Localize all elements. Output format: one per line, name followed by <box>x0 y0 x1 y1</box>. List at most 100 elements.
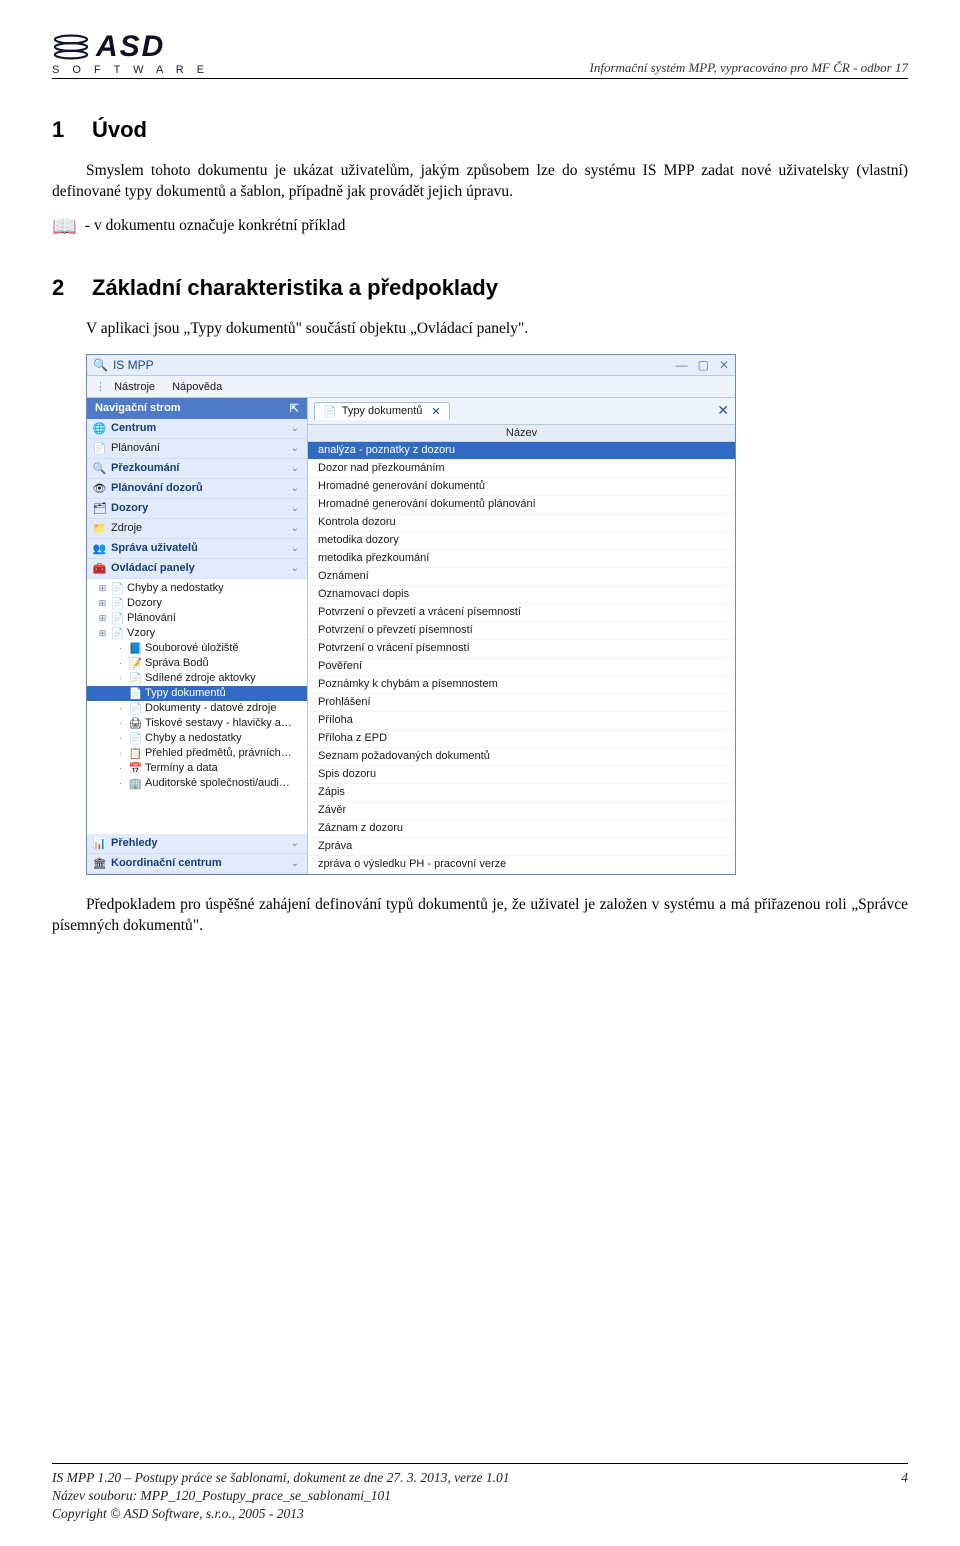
table-row[interactable]: Potvrzení o vrácení písemností <box>308 640 735 658</box>
tree-label: Vzory <box>127 627 155 639</box>
expand-icon[interactable]: ⊞ <box>97 598 108 609</box>
tree-item[interactable]: ·📅Termíny a data <box>87 761 307 776</box>
tree-item[interactable]: ·📄Chyby a nedostatky <box>87 731 307 746</box>
table-row[interactable]: Seznam požadovaných dokumentů <box>308 748 735 766</box>
section-1-number: 1 <box>52 117 92 143</box>
tree-label: Chyby a nedostatky <box>127 582 224 594</box>
section-1-note: - v dokumentu označuje konkrétní příklad <box>85 217 345 235</box>
nav-title: Navigační strom <box>95 402 181 414</box>
table-row[interactable]: Spis dozoru <box>308 766 735 784</box>
tree-item[interactable]: ·📄Sdílené zdroje aktovky <box>87 671 307 686</box>
menu-tools[interactable]: Nástroje <box>114 381 155 393</box>
section-icon: 🌐 <box>93 422 106 435</box>
expand-icon[interactable]: ⊞ <box>97 613 108 624</box>
section-label: Správa uživatelů <box>111 542 198 554</box>
section-icon: 👥 <box>93 542 106 555</box>
section-icon: 🔍 <box>93 462 106 475</box>
section-label: Plánování <box>111 442 160 454</box>
table-row[interactable]: Příloha <box>308 712 735 730</box>
table-row[interactable]: Hromadné generování dokumentů plánování <box>308 496 735 514</box>
table-row[interactable]: Oznámení <box>308 568 735 586</box>
chevron-down-icon: ⌄ <box>291 483 299 494</box>
tree-item[interactable]: ·📝Správa Bodů <box>87 656 307 671</box>
section-label: Ovládací panely <box>111 562 195 574</box>
table-row[interactable]: Prohlášení <box>308 694 735 712</box>
nav-section[interactable]: 📄Plánování⌄ <box>87 439 307 459</box>
tab-typy-dokumentu[interactable]: 📄 Typy dokumentů ✕ <box>314 402 450 420</box>
table-row[interactable]: Oznamovací dopis <box>308 586 735 604</box>
table-row[interactable]: Zpráva <box>308 838 735 856</box>
section-icon: 📊 <box>93 837 106 850</box>
chevron-down-icon: ⌄ <box>291 423 299 434</box>
table-row[interactable]: analýza - poznatky z dozoru <box>308 442 735 460</box>
table-row[interactable]: Potvrzení o převzetí písemností <box>308 622 735 640</box>
tree-icon: 📄 <box>111 627 124 640</box>
chevron-down-icon: ⌄ <box>291 563 299 574</box>
table-row[interactable]: Potvrzení o převzetí a vrácení písemnost… <box>308 604 735 622</box>
close-icon[interactable]: ✕ <box>719 358 729 372</box>
nav-section[interactable]: 🗂Dozory⌄ <box>87 499 307 519</box>
nav-section[interactable]: 🌐Centrum⌄ <box>87 419 307 439</box>
nav-section[interactable]: 🔍 Přezkoumání ⌄ <box>87 459 307 479</box>
nav-section[interactable]: 📁Zdroje⌄ <box>87 519 307 539</box>
nav-section[interactable]: 📊Přehledy⌄ <box>87 834 307 854</box>
section-icon: 🗂 <box>93 502 106 515</box>
table-row[interactable]: Příloha z EPD <box>308 730 735 748</box>
tree-item[interactable]: ·📋Přehled předmětů, právních… <box>87 746 307 761</box>
tree-icon: 📄 <box>129 672 142 685</box>
tree-label: Dokumenty - datové zdroje <box>145 702 276 714</box>
tree-item[interactable]: ⊞📄Plánování <box>87 611 307 626</box>
table-row[interactable]: metodika dozory <box>308 532 735 550</box>
expand-icon[interactable]: ⊞ <box>97 628 108 639</box>
maximize-icon[interactable]: ▢ <box>698 358 709 372</box>
panel-close-icon[interactable]: ✕ <box>717 402 729 419</box>
nav-section[interactable]: 🏛Koordinační centrum⌄ <box>87 854 307 874</box>
table-row[interactable]: Hromadné generování dokumentů <box>308 478 735 496</box>
chevron-down-icon: ⌄ <box>291 838 299 849</box>
tree-item[interactable]: ·🖨Tiskové sestavy - hlavičky a… <box>87 716 307 731</box>
tree-label: Typy dokumentů <box>145 687 226 699</box>
tree-icon: 📄 <box>129 702 142 715</box>
tree-icon: 📄 <box>111 612 124 625</box>
tree-label: Správa Bodů <box>145 657 209 669</box>
table-row[interactable]: zpráva o výsledku PH - pracovní verze <box>308 856 735 874</box>
tree-icon: 📝 <box>129 657 142 670</box>
tree-connector: · <box>115 643 126 653</box>
section-label: Přezkoumání <box>111 462 179 474</box>
tree-item[interactable]: ·🏢Auditorské společnosti/audi… <box>87 776 307 791</box>
tab-close-icon[interactable]: ✕ <box>431 405 440 418</box>
grid-column-header[interactable]: Název <box>308 425 735 442</box>
tree-connector: · <box>115 763 126 773</box>
table-row[interactable]: Pověření <box>308 658 735 676</box>
tree-connector: · <box>115 688 126 698</box>
pin-icon[interactable]: ⇱ <box>290 402 299 415</box>
tree-item[interactable]: ⊞📄Chyby a nedostatky <box>87 581 307 596</box>
chevron-down-icon: ⌄ <box>291 543 299 554</box>
header-rule <box>52 78 908 79</box>
section-2-heading: 2Základní charakteristika a předpoklady <box>52 275 908 301</box>
tree-item[interactable]: ·📘Souborové úložiště <box>87 641 307 656</box>
table-row[interactable]: Zápis <box>308 784 735 802</box>
minimize-icon[interactable]: — <box>676 358 688 372</box>
table-row[interactable]: Kontrola dozoru <box>308 514 735 532</box>
document-icon: 📄 <box>323 405 337 418</box>
tree-item[interactable]: ·📄Typy dokumentů <box>87 686 307 701</box>
expand-icon[interactable]: ⊞ <box>97 583 108 594</box>
tree-item[interactable]: ⊞📄Vzory <box>87 626 307 641</box>
tree-item[interactable]: ·📄Dokumenty - datové zdroje <box>87 701 307 716</box>
tree-item[interactable]: ⊞📄Dozory <box>87 596 307 611</box>
nav-section[interactable]: 👁Plánování dozorů⌄ <box>87 479 307 499</box>
menu-help[interactable]: Nápověda <box>172 381 222 393</box>
nav-section[interactable]: 🧰Ovládací panely⌄ <box>87 559 307 579</box>
table-row[interactable]: Záznam z dozoru <box>308 820 735 838</box>
nav-section[interactable]: 👥 Správa uživatelů ⌄ <box>87 539 307 559</box>
section-icon: 👁 <box>93 482 106 495</box>
table-row[interactable]: Poznámky k chybám a písemnostem <box>308 676 735 694</box>
tree-icon: 📋 <box>129 747 142 760</box>
table-row[interactable]: Závěr <box>308 802 735 820</box>
tree-icon: 📄 <box>111 582 124 595</box>
table-row[interactable]: metodika přezkoumání <box>308 550 735 568</box>
table-row[interactable]: Dozor nad přezkoumáním <box>308 460 735 478</box>
footer-line-1: IS MPP 1.20 – Postupy práce se šablonami… <box>52 1470 510 1486</box>
chevron-down-icon: ⌄ <box>291 463 299 474</box>
